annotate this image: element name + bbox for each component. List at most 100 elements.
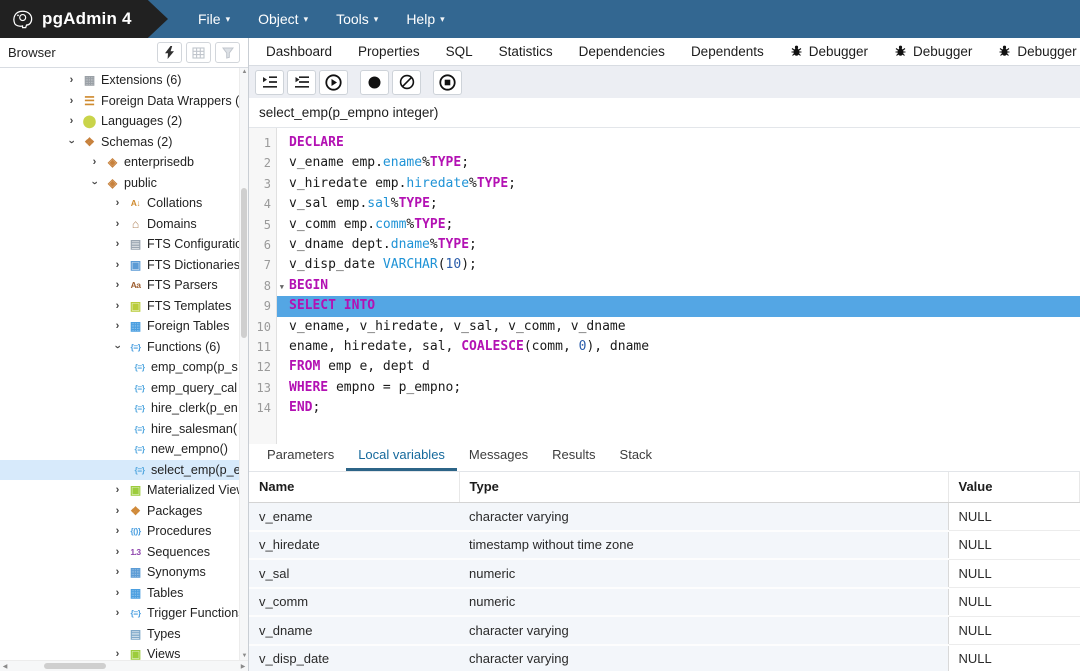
- scroll-left-icon[interactable]: ◀: [0, 663, 10, 670]
- tree-item[interactable]: ›1.3Sequences: [0, 542, 248, 563]
- chevron-right-icon[interactable]: ›: [108, 587, 127, 599]
- chevron-right-icon[interactable]: ›: [108, 566, 127, 578]
- menu-tools[interactable]: Tools▾: [324, 0, 390, 38]
- line-number[interactable]: 3: [249, 174, 277, 194]
- bottom-tab-messages[interactable]: Messages: [457, 442, 540, 471]
- menu-file[interactable]: File▾: [186, 0, 242, 38]
- step-into-button[interactable]: [255, 70, 284, 95]
- tree-item[interactable]: ›☰Foreign Data Wrappers (2: [0, 91, 248, 112]
- tree-item[interactable]: ›▣Materialized Views: [0, 480, 248, 501]
- cell-value[interactable]: NULL: [948, 588, 1080, 617]
- tree-item[interactable]: ›▦Extensions (6): [0, 70, 248, 91]
- sidebar-vertical-scrollbar[interactable]: ▲ ▼: [239, 68, 248, 660]
- line-number[interactable]: 12: [249, 357, 277, 377]
- cell-value[interactable]: NULL: [948, 531, 1080, 560]
- table-row[interactable]: v_enamecharacter varyingNULL: [249, 502, 1080, 531]
- line-number[interactable]: 7: [249, 255, 277, 275]
- tree-item[interactable]: ›▣FTS Dictionaries: [0, 255, 248, 276]
- bottom-tab-parameters[interactable]: Parameters: [255, 442, 346, 471]
- line-number[interactable]: 8▼: [249, 276, 277, 296]
- line-number[interactable]: 9: [249, 296, 277, 316]
- cell-value[interactable]: NULL: [948, 502, 1080, 531]
- tree-item[interactable]: ›{()}Procedures: [0, 521, 248, 542]
- line-number[interactable]: 10: [249, 317, 277, 337]
- line-number[interactable]: 6: [249, 235, 277, 255]
- chevron-right-icon[interactable]: ›: [108, 320, 127, 332]
- view-data-button[interactable]: [186, 42, 211, 63]
- chevron-right-icon[interactable]: ›: [108, 505, 127, 517]
- scroll-right-icon[interactable]: ▶: [238, 663, 248, 670]
- line-number[interactable]: 2: [249, 153, 277, 173]
- tree-item[interactable]: ›▤FTS Configurations: [0, 234, 248, 255]
- line-number[interactable]: 4: [249, 194, 277, 214]
- tree-item[interactable]: ›◈enterprisedb: [0, 152, 248, 173]
- continue-button[interactable]: [319, 70, 348, 95]
- stop-button[interactable]: [433, 70, 462, 95]
- table-row[interactable]: v_commnumericNULL: [249, 588, 1080, 617]
- tree-item[interactable]: {≡}select_emp(p_e: [0, 460, 248, 481]
- chevron-right-icon[interactable]: ›: [108, 484, 127, 496]
- line-number[interactable]: 11: [249, 337, 277, 357]
- tree-item[interactable]: ›▦Foreign Tables: [0, 316, 248, 337]
- chevron-right-icon[interactable]: ›: [108, 300, 127, 312]
- table-row[interactable]: v_hiredatetimestamp without time zoneNUL…: [249, 531, 1080, 560]
- tree-item[interactable]: {≡}emp_comp(p_s: [0, 357, 248, 378]
- fold-marker-icon[interactable]: ▼: [280, 277, 284, 297]
- cell-value[interactable]: NULL: [948, 616, 1080, 645]
- scrollbar-thumb[interactable]: [241, 188, 247, 338]
- scroll-up-icon[interactable]: ▲: [240, 69, 249, 75]
- bottom-tab-stack[interactable]: Stack: [608, 442, 665, 471]
- chevron-right-icon[interactable]: ›: [62, 115, 81, 127]
- tree-item[interactable]: ›⬤Languages (2): [0, 111, 248, 132]
- tree-item[interactable]: ›▦Tables: [0, 583, 248, 604]
- cell-value[interactable]: NULL: [948, 559, 1080, 588]
- bottom-tab-results[interactable]: Results: [540, 442, 607, 471]
- tree-item[interactable]: ▤Types: [0, 624, 248, 645]
- chevron-right-icon[interactable]: ›: [108, 546, 127, 558]
- tab-debugger-2[interactable]: Debugger: [881, 38, 985, 65]
- code-editor[interactable]: 1DECLARE2v_ename emp.ename%TYPE;3v_hired…: [249, 128, 1080, 444]
- chevron-right-icon[interactable]: ›: [108, 279, 127, 291]
- chevron-right-icon[interactable]: ›: [108, 607, 127, 619]
- chevron-right-icon[interactable]: ›: [108, 648, 127, 660]
- chevron-right-icon[interactable]: ›: [85, 156, 104, 168]
- scroll-down-icon[interactable]: ▼: [240, 653, 249, 659]
- table-row[interactable]: v_dnamecharacter varyingNULL: [249, 616, 1080, 645]
- line-number[interactable]: 13: [249, 378, 277, 398]
- tab-sql[interactable]: SQL: [433, 38, 486, 65]
- table-row[interactable]: v_disp_datecharacter varyingNULL: [249, 645, 1080, 671]
- sidebar-horizontal-scrollbar[interactable]: ◀ ▶: [0, 660, 248, 671]
- tree-item[interactable]: {≡}hire_clerk(p_en: [0, 398, 248, 419]
- table-row[interactable]: v_salnumericNULL: [249, 559, 1080, 588]
- tree-item[interactable]: {≡}hire_salesman(: [0, 419, 248, 440]
- tree-item[interactable]: ›▦Synonyms: [0, 562, 248, 583]
- tree-item[interactable]: ›AaFTS Parsers: [0, 275, 248, 296]
- query-tool-button[interactable]: [157, 42, 182, 63]
- menu-help[interactable]: Help▾: [394, 0, 456, 38]
- chevron-right-icon[interactable]: ›: [108, 218, 127, 230]
- tab-dependents[interactable]: Dependents: [678, 38, 777, 65]
- tab-debugger-3[interactable]: Debugger: [985, 38, 1080, 65]
- tab-dependencies[interactable]: Dependencies: [566, 38, 678, 65]
- step-over-button[interactable]: [287, 70, 316, 95]
- line-number[interactable]: 14: [249, 398, 277, 418]
- cell-value[interactable]: NULL: [948, 645, 1080, 671]
- tab-debugger-1[interactable]: Debugger: [777, 38, 881, 65]
- tree-item[interactable]: ›❖Schemas (2): [0, 132, 248, 153]
- clear-breakpoints-button[interactable]: [392, 70, 421, 95]
- bottom-tab-local-variables[interactable]: Local variables: [346, 442, 457, 471]
- chevron-down-icon[interactable]: ›: [89, 173, 101, 192]
- line-number[interactable]: 1: [249, 133, 277, 153]
- tab-statistics[interactable]: Statistics: [486, 38, 566, 65]
- line-number[interactable]: 5: [249, 215, 277, 235]
- menu-object[interactable]: Object▾: [246, 0, 320, 38]
- chevron-right-icon[interactable]: ›: [108, 238, 127, 250]
- chevron-down-icon[interactable]: ›: [112, 337, 124, 356]
- tree-item[interactable]: ›{≡}Functions (6): [0, 337, 248, 358]
- tab-properties[interactable]: Properties: [345, 38, 433, 65]
- chevron-right-icon[interactable]: ›: [62, 95, 81, 107]
- tree-item[interactable]: ›◈public: [0, 173, 248, 194]
- chevron-right-icon[interactable]: ›: [108, 197, 127, 209]
- tree-item[interactable]: {≡}new_empno(): [0, 439, 248, 460]
- tree-item[interactable]: ›▣FTS Templates: [0, 296, 248, 317]
